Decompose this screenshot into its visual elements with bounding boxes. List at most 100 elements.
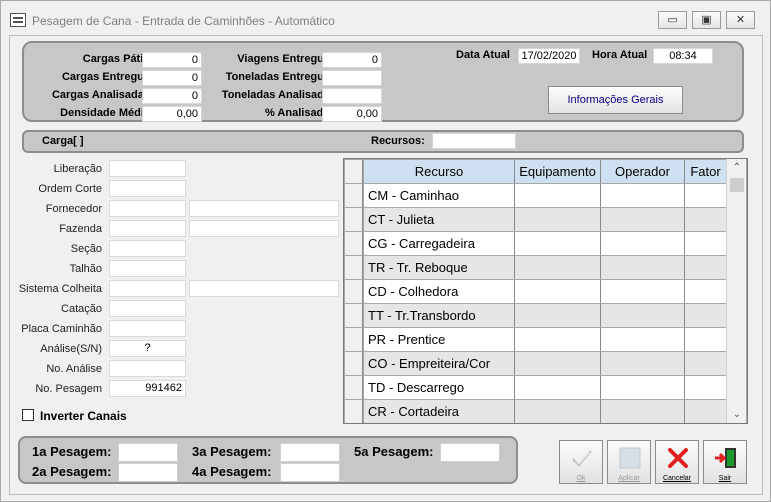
equipamento-cell[interactable] — [515, 256, 601, 279]
grid-scrollbar[interactable]: ⌃ ⌄ — [726, 159, 746, 423]
fator-cell[interactable] — [685, 184, 727, 207]
recurso-cell[interactable]: CT - Julieta — [364, 208, 515, 231]
recurso-cell[interactable]: CR - Cortadeira — [364, 400, 515, 423]
toneladas-entregue-field[interactable] — [322, 70, 382, 86]
col-header-operador[interactable]: Operador — [601, 160, 685, 183]
recurso-cell[interactable]: TT - Tr.Transbordo — [364, 304, 515, 327]
pct-analisado-field[interactable]: 0,00 — [322, 106, 382, 122]
col-header-fator[interactable]: Fator — [685, 160, 727, 183]
operador-cell[interactable] — [601, 328, 685, 351]
scroll-up-icon[interactable]: ⌃ — [727, 159, 747, 176]
grid-row[interactable]: TR - Tr. Reboque — [345, 256, 727, 279]
toneladas-analisada-field[interactable] — [322, 88, 382, 104]
minimize-button[interactable]: ▭ — [658, 11, 687, 29]
row-indicator[interactable] — [345, 352, 363, 375]
title-bar[interactable]: Pesagem de Cana - Entrada de Caminhões -… — [1, 1, 770, 32]
grid-row[interactable]: CR - Cortadeira — [345, 400, 727, 423]
fazenda-desc-field[interactable] — [189, 220, 339, 237]
equipamento-cell[interactable] — [515, 304, 601, 327]
operador-cell[interactable] — [601, 184, 685, 207]
analise-sn-field[interactable]: ? — [109, 340, 186, 357]
fator-cell[interactable] — [685, 352, 727, 375]
fazenda-field[interactable] — [109, 220, 186, 237]
operador-cell[interactable] — [601, 400, 685, 423]
operador-cell[interactable] — [601, 376, 685, 399]
fator-cell[interactable] — [685, 328, 727, 351]
catacao-field[interactable] — [109, 300, 186, 317]
fator-cell[interactable] — [685, 256, 727, 279]
recurso-cell[interactable]: CD - Colhedora — [364, 280, 515, 303]
fator-cell[interactable] — [685, 232, 727, 255]
informacoes-gerais-button[interactable]: Informações Gerais — [548, 86, 683, 114]
operador-cell[interactable] — [601, 232, 685, 255]
densidade-media-field[interactable]: 0,00 — [142, 106, 202, 122]
grid-row[interactable]: CG - Carregadeira — [345, 232, 727, 255]
no-pesagem-field[interactable]: 991462 — [109, 380, 186, 397]
equipamento-cell[interactable] — [515, 400, 601, 423]
ordem-corte-field[interactable] — [109, 180, 186, 197]
sistema-colheita-field[interactable] — [109, 280, 186, 297]
grid-row[interactable]: PR - Prentice — [345, 328, 727, 351]
pesagem-2-field[interactable] — [118, 463, 178, 482]
row-indicator[interactable] — [345, 376, 363, 399]
equipamento-cell[interactable] — [515, 232, 601, 255]
fator-cell[interactable] — [685, 280, 727, 303]
fator-cell[interactable] — [685, 208, 727, 231]
liberacao-field[interactable] — [109, 160, 186, 177]
data-atual-field[interactable]: 17/02/2020 — [518, 48, 580, 64]
sair-button[interactable]: Sair — [703, 440, 747, 484]
grid-row[interactable]: CM - Caminhao — [345, 184, 727, 207]
recurso-cell[interactable]: PR - Prentice — [364, 328, 515, 351]
grid-row[interactable]: CO - Empreiteira/Cor — [345, 352, 727, 375]
recursos-field[interactable] — [432, 133, 516, 149]
grid-row[interactable]: CT - Julieta — [345, 208, 727, 231]
inverter-canais-checkbox[interactable] — [22, 409, 34, 421]
row-indicator[interactable] — [345, 184, 363, 207]
aplicar-button[interactable]: Aplicar — [607, 440, 651, 484]
fator-cell[interactable] — [685, 376, 727, 399]
grid-row[interactable]: TT - Tr.Transbordo — [345, 304, 727, 327]
row-indicator[interactable] — [345, 400, 363, 423]
restore-button[interactable]: ▣ — [692, 11, 721, 29]
equipamento-cell[interactable] — [515, 184, 601, 207]
ok-button[interactable]: Ok — [559, 440, 603, 484]
talhao-field[interactable] — [109, 260, 186, 277]
equipamento-cell[interactable] — [515, 328, 601, 351]
no-analise-field[interactable] — [109, 360, 186, 377]
row-indicator[interactable] — [345, 304, 363, 327]
fator-cell[interactable] — [685, 304, 727, 327]
operador-cell[interactable] — [601, 208, 685, 231]
recurso-cell[interactable]: TD - Descarrego — [364, 376, 515, 399]
equipamento-cell[interactable] — [515, 376, 601, 399]
recurso-cell[interactable]: CG - Carregadeira — [364, 232, 515, 255]
operador-cell[interactable] — [601, 352, 685, 375]
equipamento-cell[interactable] — [515, 208, 601, 231]
viagens-entregue-field[interactable]: 0 — [322, 52, 382, 68]
pesagem-5-field[interactable] — [440, 443, 500, 462]
recurso-cell[interactable]: CO - Empreiteira/Cor — [364, 352, 515, 375]
cancelar-button[interactable]: Cancelar — [655, 440, 699, 484]
fornecedor-field[interactable] — [109, 200, 186, 217]
scroll-down-icon[interactable]: ⌄ — [727, 406, 747, 423]
fator-cell[interactable] — [685, 400, 727, 423]
row-indicator[interactable] — [345, 280, 363, 303]
operador-cell[interactable] — [601, 280, 685, 303]
row-indicator[interactable] — [345, 232, 363, 255]
pesagem-4-field[interactable] — [280, 463, 340, 482]
operador-cell[interactable] — [601, 304, 685, 327]
hora-atual-field[interactable]: 08:34 — [653, 48, 713, 64]
scroll-thumb[interactable] — [730, 178, 744, 192]
col-header-recurso[interactable]: Recurso — [364, 160, 515, 183]
cargas-analisadas-field[interactable]: 0 — [142, 88, 202, 104]
operador-cell[interactable] — [601, 256, 685, 279]
equipamento-cell[interactable] — [515, 280, 601, 303]
pesagem-3-field[interactable] — [280, 443, 340, 462]
placa-caminhao-field[interactable] — [109, 320, 186, 337]
row-indicator[interactable] — [345, 208, 363, 231]
recurso-cell[interactable]: CM - Caminhao — [364, 184, 515, 207]
recurso-cell[interactable]: TR - Tr. Reboque — [364, 256, 515, 279]
close-button[interactable]: ✕ — [726, 11, 755, 29]
equipamento-cell[interactable] — [515, 352, 601, 375]
cargas-patio-field[interactable]: 0 — [142, 52, 202, 68]
secao-field[interactable] — [109, 240, 186, 257]
